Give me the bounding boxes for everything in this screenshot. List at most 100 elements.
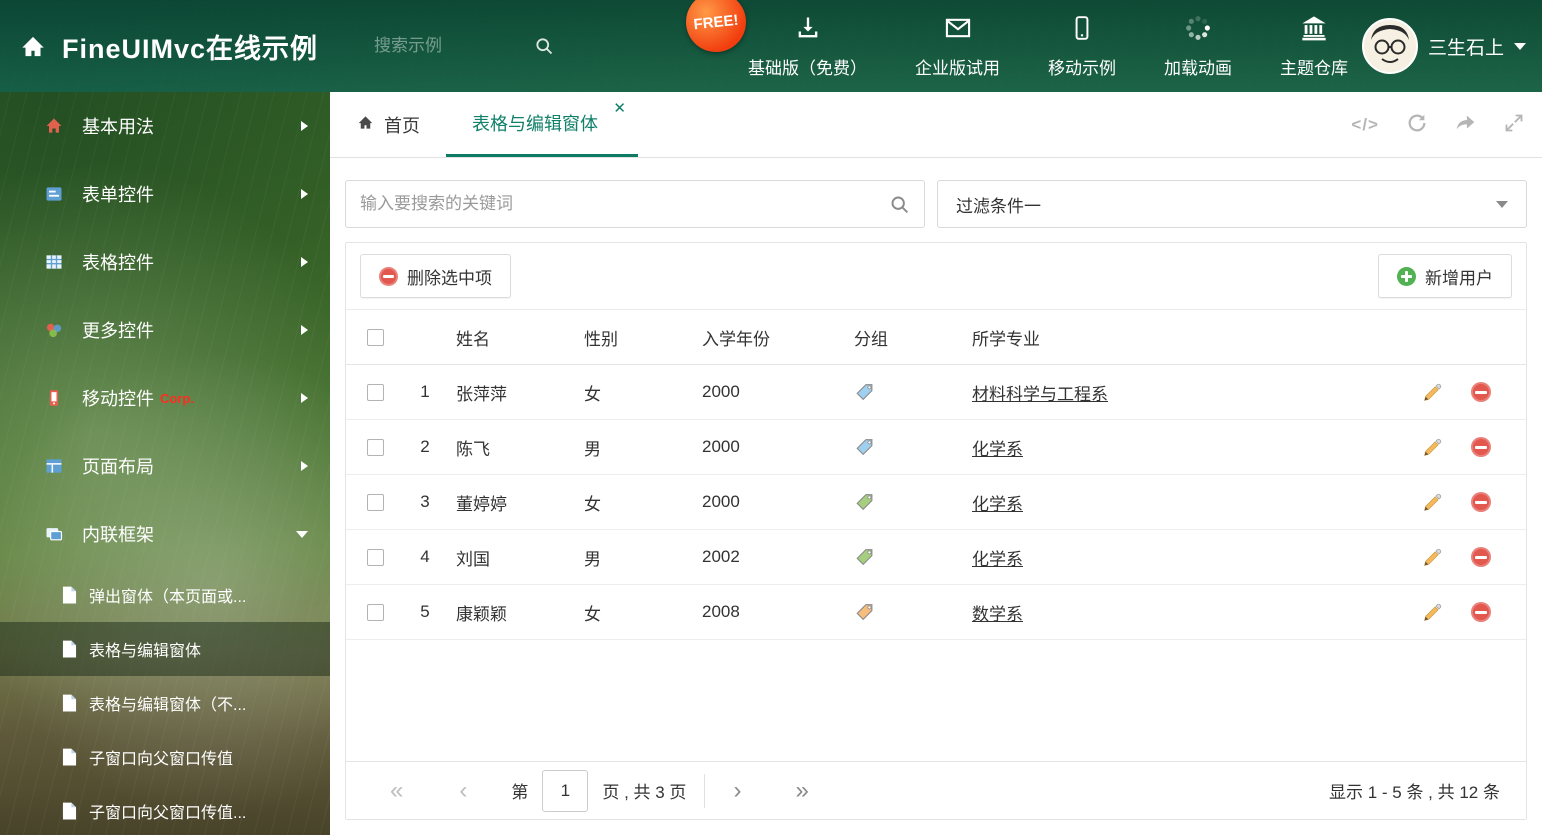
column-major[interactable]: 所学专业: [962, 325, 1414, 350]
nav-item-enterprise-trial[interactable]: 企业版试用: [891, 0, 1024, 92]
search-icon[interactable]: [889, 194, 910, 215]
cell-year: 2000: [702, 437, 740, 456]
delete-selected-button[interactable]: 删除选中项: [360, 254, 511, 298]
sidebar-subitem-child-to-parent[interactable]: 子窗口向父窗口传值: [0, 730, 330, 784]
sidebar-subitem-child-to-parent-2[interactable]: 子窗口向父窗口传值...: [0, 784, 330, 835]
cell-name: 董婷婷: [456, 494, 507, 514]
file-icon: [62, 802, 77, 820]
app-title: FineUIMvc在线示例: [62, 33, 319, 64]
row-checkbox[interactable]: [366, 548, 384, 566]
form-icon: [44, 184, 66, 204]
major-link[interactable]: 材料科学与工程系: [972, 385, 1108, 404]
filter-dropdown[interactable]: 过滤条件一: [937, 180, 1527, 228]
filter-dropdown-value: 过滤条件一: [956, 196, 1041, 216]
row-index: 2: [420, 437, 430, 456]
delete-icon[interactable]: [1471, 602, 1491, 622]
record-summary: 显示 1 - 5 条 , 共 12 条: [1329, 783, 1500, 802]
close-icon[interactable]: ✕: [613, 101, 626, 116]
delete-icon[interactable]: [1471, 492, 1491, 512]
expand-icon[interactable]: [1504, 113, 1524, 138]
nav-item-mobile-demo[interactable]: 移动示例: [1024, 0, 1140, 92]
share-icon[interactable]: [1455, 112, 1477, 139]
major-link[interactable]: 数学系: [972, 605, 1023, 624]
nav-label: 主题仓库: [1280, 58, 1348, 78]
row-checkbox[interactable]: [366, 493, 384, 511]
sidebar-item-page-layout[interactable]: 页面布局: [0, 432, 330, 500]
cell-name: 康颖颖: [456, 604, 507, 624]
header: FineUIMvc在线示例 FREE! 基础版（免费） 企业版试用 移动示例: [0, 0, 1542, 92]
page-input[interactable]: [542, 769, 589, 812]
column-gender[interactable]: 性别: [574, 325, 692, 350]
sidebar-subitem-grid-edit-window-2[interactable]: 表格与编辑窗体（不...: [0, 676, 330, 730]
cell-name: 陈飞: [456, 439, 490, 459]
last-page-button[interactable]: »: [795, 778, 808, 803]
user-menu[interactable]: 三生石上: [1361, 0, 1526, 92]
chevron-down-icon: [296, 530, 308, 538]
sidebar-item-form-controls[interactable]: 表单控件: [0, 160, 330, 228]
major-link[interactable]: 化学系: [972, 550, 1023, 569]
sidebar-item-grid-controls[interactable]: 表格控件: [0, 228, 330, 296]
search-icon[interactable]: [534, 36, 554, 56]
pagination-bar: « ‹ 第 页 , 共 3 页 › » 显示 1 - 5 条 , 共 12 条: [346, 761, 1526, 819]
column-name[interactable]: 姓名: [446, 325, 574, 350]
chevron-down-icon: [1514, 42, 1526, 50]
major-link[interactable]: 化学系: [972, 495, 1023, 514]
grid-panel: 删除选中项 新增用户 姓名 性别 入学年份 分组 所学专业 1 张萍萍 女 20…: [345, 242, 1527, 820]
sidebar-subitem-grid-edit-window[interactable]: 表格与编辑窗体: [0, 622, 330, 676]
sidebar-item-label: 基本用法: [82, 117, 154, 137]
first-page-button[interactable]: «: [390, 778, 403, 803]
table-row: 5 康颖颖 女 2008 数学系: [346, 585, 1526, 640]
edit-icon[interactable]: [1422, 547, 1443, 568]
source-code-icon[interactable]: </>: [1351, 115, 1379, 135]
edit-icon[interactable]: [1422, 492, 1443, 513]
chevron-right-icon: [301, 257, 308, 267]
edit-icon[interactable]: [1422, 382, 1443, 403]
tab-label: 首页: [384, 115, 420, 136]
prev-page-button[interactable]: ‹: [459, 778, 467, 803]
refresh-icon[interactable]: [1406, 112, 1428, 139]
major-link[interactable]: 化学系: [972, 440, 1023, 459]
tab-bar: 首页 表格与编辑窗体 ✕ </>: [330, 92, 1542, 158]
sidebar-item-mobile-controls[interactable]: 移动控件 Corp.: [0, 364, 330, 432]
layout-icon: [44, 456, 66, 476]
sidebar-item-label: 页面布局: [82, 457, 154, 477]
home-icon[interactable]: [18, 33, 48, 60]
sidebar-subitem-popup-window[interactable]: 弹出窗体（本页面或...: [0, 568, 330, 622]
tag-icon: [854, 546, 962, 568]
tag-icon: [854, 491, 962, 513]
tab-home[interactable]: 首页: [330, 92, 446, 157]
tab-grid-edit-window[interactable]: 表格与编辑窗体 ✕: [446, 92, 638, 157]
add-user-button[interactable]: 新增用户: [1378, 254, 1512, 298]
page-suffix: 页 , 共 3 页: [602, 783, 687, 802]
tag-icon: [854, 381, 962, 403]
column-group[interactable]: 分组: [844, 325, 962, 350]
table-header: 姓名 性别 入学年份 分组 所学专业: [346, 309, 1526, 365]
sidebar-item-basic-usage[interactable]: 基本用法: [0, 92, 330, 160]
sidebar-item-iframe[interactable]: 内联框架: [0, 500, 330, 568]
delete-icon[interactable]: [1471, 547, 1491, 567]
keyword-search-input[interactable]: [360, 194, 889, 214]
button-label: 删除选中项: [407, 268, 492, 288]
header-search-input[interactable]: [374, 36, 525, 56]
next-page-button[interactable]: ›: [733, 778, 741, 803]
file-icon: [62, 694, 77, 712]
cell-year: 2000: [702, 492, 740, 511]
sidebar-item-more-controls[interactable]: 更多控件: [0, 296, 330, 364]
row-checkbox[interactable]: [366, 383, 384, 401]
spinner-icon: [1184, 14, 1212, 47]
select-all-checkbox[interactable]: [366, 328, 384, 346]
edit-icon[interactable]: [1422, 602, 1443, 623]
column-year[interactable]: 入学年份: [692, 325, 844, 350]
nav-item-loading-animation[interactable]: 加载动画: [1140, 0, 1256, 92]
row-checkbox[interactable]: [366, 438, 384, 456]
delete-icon[interactable]: [1471, 382, 1491, 402]
grid-toolbar: 删除选中项 新增用户: [346, 243, 1526, 309]
table-row: 4 刘国 男 2002 化学系: [346, 530, 1526, 585]
nav-item-basic-version[interactable]: 基础版（免费）: [724, 0, 891, 92]
file-icon: [62, 586, 77, 604]
row-checkbox[interactable]: [366, 603, 384, 621]
row-index: 3: [420, 492, 430, 511]
delete-icon[interactable]: [1471, 437, 1491, 457]
nav-item-theme-store[interactable]: 主题仓库: [1256, 0, 1372, 92]
edit-icon[interactable]: [1422, 437, 1443, 458]
